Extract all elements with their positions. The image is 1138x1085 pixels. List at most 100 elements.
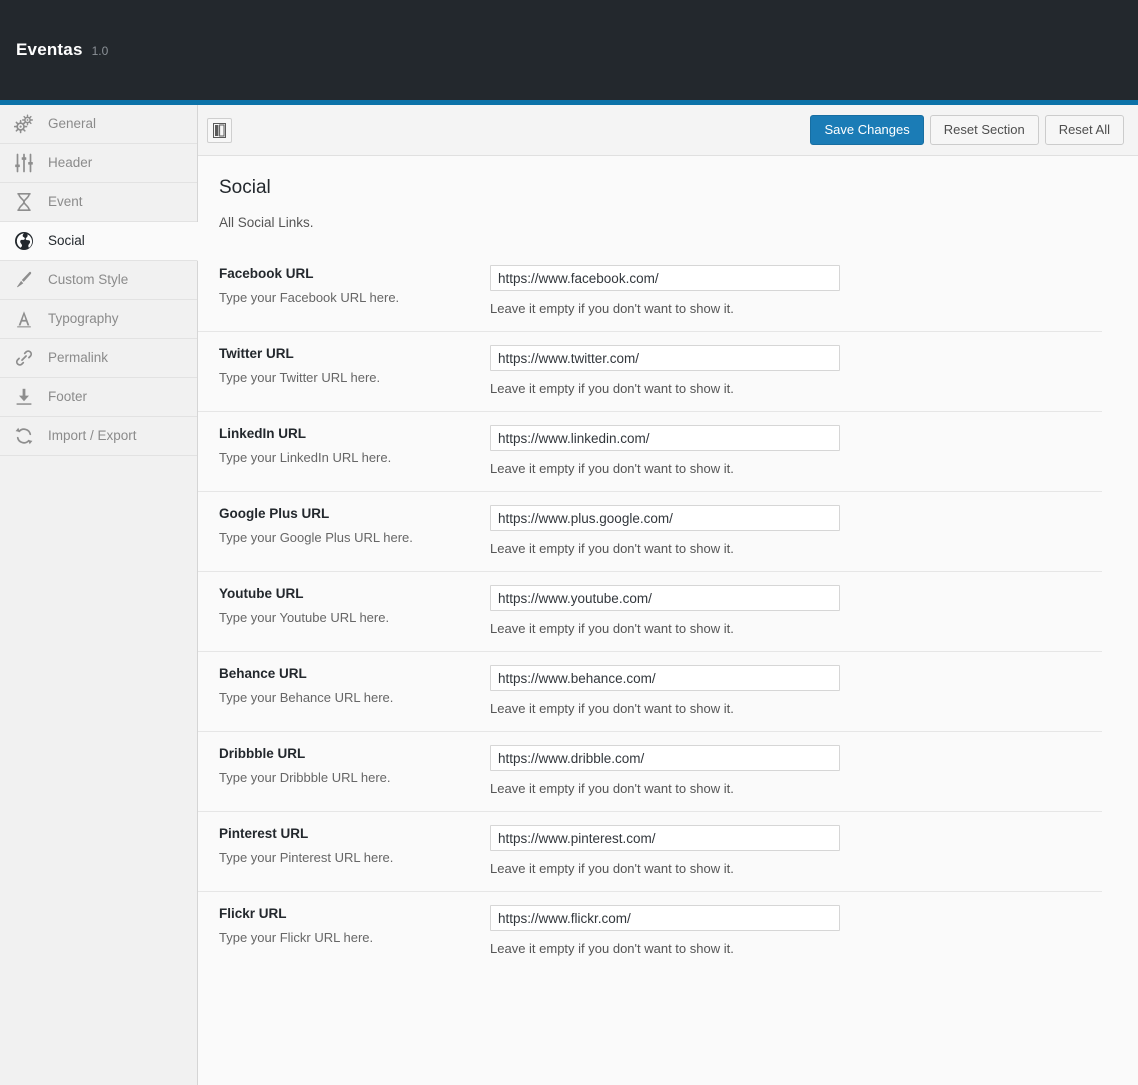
field-description: Type your Twitter URL here. bbox=[219, 370, 381, 385]
field-label-group: Pinterest URL Type your Pinterest URL her… bbox=[219, 825, 489, 865]
field-description: Type your LinkedIn URL here. bbox=[219, 450, 392, 465]
url-input[interactable] bbox=[490, 265, 840, 291]
field-help-text: Leave it empty if you don't want to show… bbox=[490, 541, 734, 556]
field-input-group: Leave it empty if you don't want to show… bbox=[489, 905, 840, 956]
field-label: Youtube URL bbox=[219, 586, 304, 601]
field-label-group: Behance URL Type your Behance URL here. bbox=[219, 665, 489, 705]
brand: Eventas 1.0 bbox=[16, 40, 108, 60]
sidebar-item-footer[interactable]: Footer bbox=[0, 378, 197, 417]
field-label: Google Plus URL bbox=[219, 506, 330, 521]
sidebar-item-label: Header bbox=[48, 155, 93, 171]
field-label-group: Twitter URL Type your Twitter URL here. bbox=[219, 345, 489, 385]
field-input-group: Leave it empty if you don't want to show… bbox=[489, 505, 840, 556]
section-subtitle: All Social Links. bbox=[219, 215, 314, 230]
sidebar-item-label: General bbox=[48, 116, 97, 132]
reset-all-button[interactable]: Reset All bbox=[1044, 115, 1124, 145]
field-description: Type your Google Plus URL here. bbox=[219, 530, 413, 545]
url-input[interactable] bbox=[490, 345, 840, 371]
letter-a-icon bbox=[13, 308, 35, 330]
paintbrush-icon bbox=[13, 269, 35, 291]
field-help-text: Leave it empty if you don't want to show… bbox=[490, 941, 734, 956]
main-panel: Save Changes Reset Section Reset All Soc… bbox=[198, 105, 1138, 1085]
sidebar-item-typography[interactable]: Typography bbox=[0, 300, 197, 339]
field-label-group: LinkedIn URL Type your LinkedIn URL here. bbox=[219, 425, 489, 465]
field-input-group: Leave it empty if you don't want to show… bbox=[489, 585, 840, 636]
field-row: LinkedIn URL Type your LinkedIn URL here.… bbox=[198, 412, 1102, 492]
field-label: Pinterest URL bbox=[219, 826, 309, 841]
url-input[interactable] bbox=[490, 905, 840, 931]
field-row: Flickr URL Type your Flickr URL here. Leav… bbox=[198, 892, 1102, 971]
sidebar-item-general[interactable]: General bbox=[0, 105, 197, 144]
field-input-group: Leave it empty if you don't want to show… bbox=[489, 425, 840, 476]
field-description: Type your Dribbble URL here. bbox=[219, 770, 391, 785]
page-title: Social bbox=[219, 177, 271, 198]
sidebar-item-import-export[interactable]: Import / Export bbox=[0, 417, 197, 456]
sidebar-item-label: Permalink bbox=[48, 350, 109, 366]
field-description: Type your Youtube URL here. bbox=[219, 610, 390, 625]
field-label: Flickr URL bbox=[219, 906, 287, 921]
field-help-text: Leave it empty if you don't want to show… bbox=[490, 301, 734, 316]
options-content: Social All Social Links. Facebook URL Typ… bbox=[198, 156, 1138, 1085]
field-help-text: Leave it empty if you don't want to show… bbox=[490, 701, 734, 716]
field-label: Behance URL bbox=[219, 666, 307, 681]
field-label: Dribbble URL bbox=[219, 746, 306, 761]
field-label-group: Facebook URL Type your Facebook URL here. bbox=[219, 265, 489, 305]
sidebar-item-event[interactable]: Event bbox=[0, 183, 197, 222]
sidebar-item-label: Custom Style bbox=[48, 272, 129, 288]
field-label: Facebook URL bbox=[219, 266, 314, 281]
field-row: Twitter URL Type your Twitter URL here. Le… bbox=[198, 332, 1102, 412]
section-header: Social All Social Links. bbox=[198, 156, 1122, 230]
sidebar-item-social[interactable]: Social bbox=[0, 222, 198, 261]
field-description: Type your Behance URL here. bbox=[219, 690, 394, 705]
sidebar-nav: General Header Event Social Custom Style Typo… bbox=[0, 105, 198, 1085]
field-help-text: Leave it empty if you don't want to show… bbox=[490, 621, 734, 636]
reset-section-button[interactable]: Reset Section bbox=[929, 115, 1039, 145]
sidebar-item-label: Typography bbox=[48, 311, 119, 327]
options-toolbar: Save Changes Reset Section Reset All bbox=[198, 105, 1138, 156]
field-help-text: Leave it empty if you don't want to show… bbox=[490, 381, 734, 396]
url-input[interactable] bbox=[490, 665, 840, 691]
sidebar-item-header[interactable]: Header bbox=[0, 144, 197, 183]
sidebar-item-permalink[interactable]: Permalink bbox=[0, 339, 197, 378]
url-input[interactable] bbox=[490, 585, 840, 611]
social-fields-list: Facebook URL Type your Facebook URL here.… bbox=[198, 252, 1122, 971]
field-label-group: Google Plus URL Type your Google Plus URL… bbox=[219, 505, 489, 545]
url-input[interactable] bbox=[490, 745, 840, 771]
field-input-group: Leave it empty if you don't want to show… bbox=[489, 665, 840, 716]
url-input[interactable] bbox=[490, 425, 840, 451]
field-label-group: Flickr URL Type your Flickr URL here. bbox=[219, 905, 489, 945]
gears-icon bbox=[13, 113, 35, 135]
field-row: Google Plus URL Type your Google Plus URL… bbox=[198, 492, 1102, 572]
sidebar-item-label: Social bbox=[48, 233, 85, 249]
field-input-group: Leave it empty if you don't want to show… bbox=[489, 745, 840, 796]
field-row: Pinterest URL Type your Pinterest URL her… bbox=[198, 812, 1102, 892]
brand-name: Eventas bbox=[16, 40, 83, 59]
sidebar-item-label: Footer bbox=[48, 389, 88, 405]
field-row: Youtube URL Type your Youtube URL here. Le… bbox=[198, 572, 1102, 652]
field-description: Type your Pinterest URL here. bbox=[219, 850, 394, 865]
theme-options-page: Eventas 1.0 General Header Event Social Cust… bbox=[0, 0, 1138, 1085]
field-help-text: Leave it empty if you don't want to show… bbox=[490, 461, 734, 476]
field-input-group: Leave it empty if you don't want to show… bbox=[489, 825, 840, 876]
field-label-group: Youtube URL Type your Youtube URL here. bbox=[219, 585, 489, 625]
field-row: Facebook URL Type your Facebook URL here.… bbox=[198, 252, 1102, 332]
save-changes-button[interactable]: Save Changes bbox=[810, 115, 924, 145]
field-description: Type your Flickr URL here. bbox=[219, 930, 374, 945]
globe-icon bbox=[13, 230, 35, 252]
sidebar-item-label: Import / Export bbox=[48, 428, 137, 444]
app-header: Eventas 1.0 bbox=[0, 0, 1138, 100]
panel-layout-icon[interactable] bbox=[207, 117, 232, 143]
field-input-group: Leave it empty if you don't want to show… bbox=[489, 345, 840, 396]
link-icon bbox=[13, 347, 35, 369]
field-description: Type your Facebook URL here. bbox=[219, 290, 400, 305]
field-input-group: Leave it empty if you don't want to show… bbox=[489, 265, 840, 316]
url-input[interactable] bbox=[490, 505, 840, 531]
url-input[interactable] bbox=[490, 825, 840, 851]
field-label-group: Dribbble URL Type your Dribbble URL here. bbox=[219, 745, 489, 785]
sidebar-item-custom-style[interactable]: Custom Style bbox=[0, 261, 197, 300]
field-row: Behance URL Type your Behance URL here. Le… bbox=[198, 652, 1102, 732]
page-body: General Header Event Social Custom Style Typo… bbox=[0, 105, 1138, 1085]
download-icon bbox=[13, 386, 35, 408]
field-help-text: Leave it empty if you don't want to show… bbox=[490, 781, 734, 796]
field-row: Dribbble URL Type your Dribbble URL here.… bbox=[198, 732, 1102, 812]
